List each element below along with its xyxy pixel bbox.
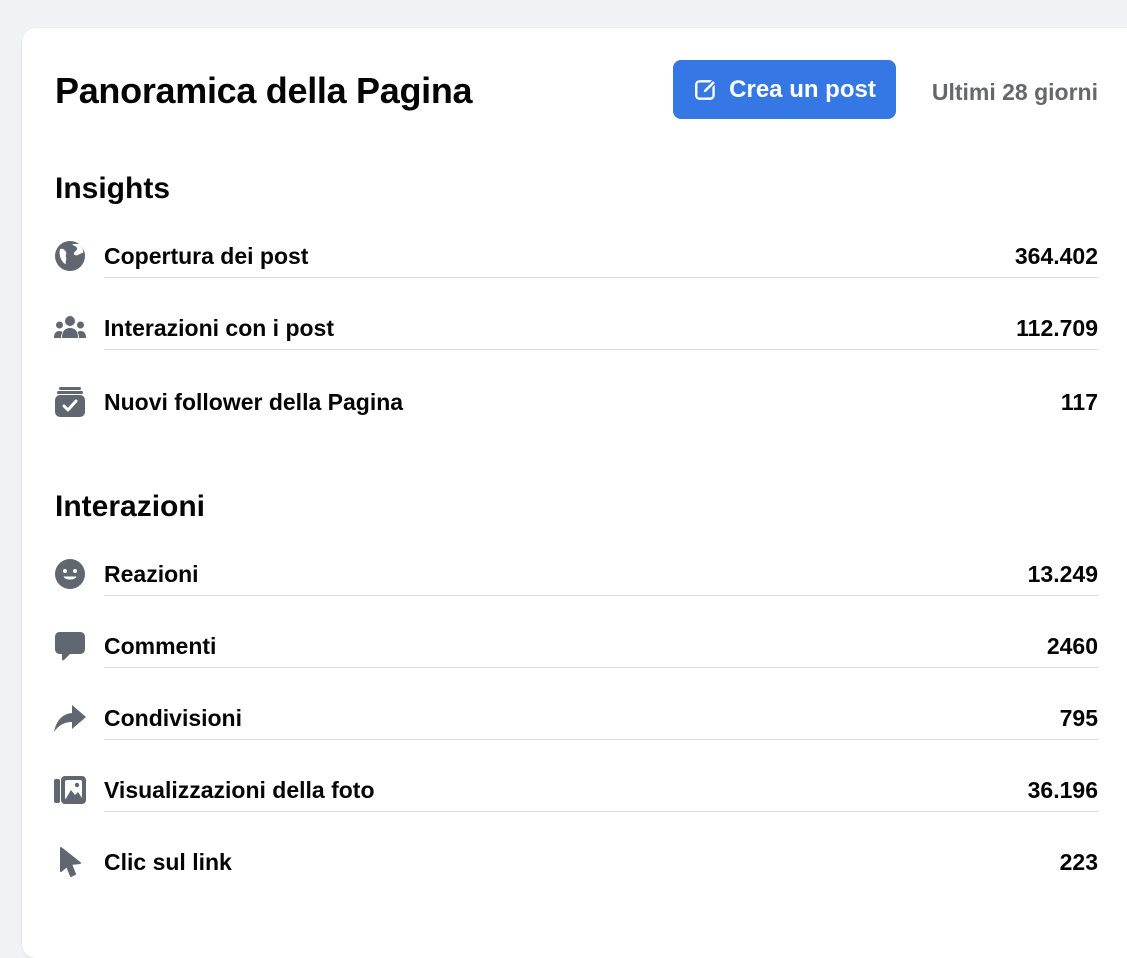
row-value: 2460 — [1046, 633, 1098, 659]
row-label: Reazioni — [104, 561, 199, 587]
row-label: Commenti — [104, 633, 217, 659]
row-label: Visualizzazioni della foto — [104, 777, 375, 803]
row-divider — [104, 739, 1098, 740]
share-arrow-icon — [52, 700, 88, 736]
interaction-row-link-clicks[interactable]: Clic sul link 223 — [52, 836, 1098, 886]
edit-icon — [695, 78, 717, 100]
interaction-row-comments[interactable]: Commenti 2460 — [52, 620, 1098, 670]
page-overview-card: Panoramica della Pagina Crea un post Ult… — [22, 28, 1127, 958]
insight-row-new-followers[interactable]: Nuovi follower della Pagina 117 — [52, 376, 1098, 426]
globe-icon — [52, 238, 88, 274]
card-header: Panoramica della Pagina Crea un post Ult… — [55, 60, 1098, 120]
interaction-row-photo-views[interactable]: Visualizzazioni della foto 36.196 — [52, 764, 1098, 814]
row-value: 223 — [1059, 849, 1098, 875]
row-value: 364.402 — [1014, 243, 1098, 269]
create-post-button[interactable]: Crea un post — [673, 60, 896, 119]
row-label: Condivisioni — [104, 705, 242, 731]
insight-row-post-reach[interactable]: Copertura dei post 364.402 — [52, 230, 1098, 280]
comment-icon — [52, 628, 88, 664]
cursor-icon — [52, 844, 88, 880]
row-divider — [104, 277, 1098, 278]
row-label: Clic sul link — [104, 849, 232, 875]
row-value: 117 — [1060, 389, 1098, 415]
row-value: 13.249 — [1027, 561, 1098, 587]
row-divider — [104, 595, 1098, 596]
row-label: Copertura dei post — [104, 243, 309, 269]
row-divider — [104, 667, 1098, 668]
photo-icon — [52, 772, 88, 808]
people-icon — [52, 310, 88, 346]
row-label: Nuovi follower della Pagina — [104, 389, 404, 415]
row-label: Interazioni con i post — [104, 315, 335, 341]
interaction-row-reactions[interactable]: Reazioni 13.249 — [52, 548, 1098, 598]
row-value: 795 — [1059, 705, 1098, 731]
follow-check-icon — [52, 384, 88, 420]
insights-section-title: Insights — [55, 172, 171, 205]
row-divider — [104, 811, 1098, 812]
smiley-icon — [52, 556, 88, 592]
row-value: 36.196 — [1027, 777, 1098, 803]
row-divider — [104, 349, 1098, 350]
create-post-label: Crea un post — [729, 75, 876, 103]
row-value: 112.709 — [1016, 315, 1098, 341]
page-title: Panoramica della Pagina — [55, 70, 473, 111]
interactions-section-title: Interazioni — [55, 490, 206, 523]
insight-row-post-engagement[interactable]: Interazioni con i post 112.709 — [52, 302, 1098, 352]
period-selector[interactable]: Ultimi 28 giorni — [932, 79, 1098, 106]
interaction-row-shares[interactable]: Condivisioni 795 — [52, 692, 1098, 742]
